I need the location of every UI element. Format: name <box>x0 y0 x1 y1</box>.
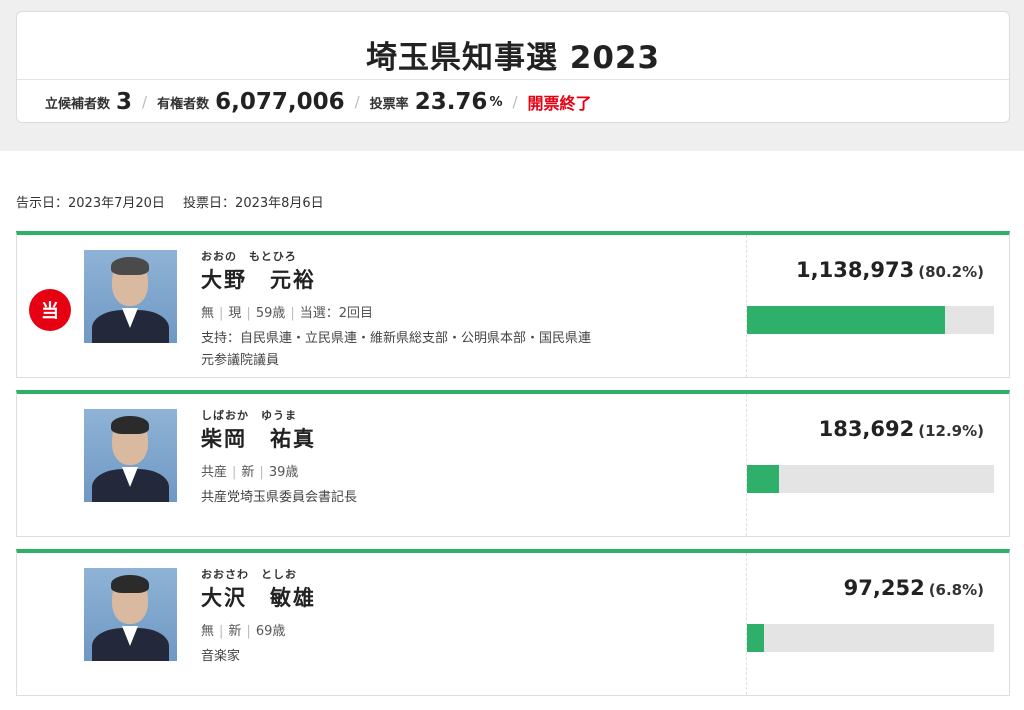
incumbency: 新 <box>241 465 255 480</box>
separator: / <box>354 93 360 111</box>
vote-date: 投票日：2023年8月6日 <box>183 196 324 211</box>
vote-bar-fill <box>747 624 764 652</box>
candidate-photo <box>84 409 177 502</box>
status-badge: 開票終了 <box>527 94 592 113</box>
candidate-name: 大沢 敏雄 <box>201 586 316 610</box>
elected-count: 当選：2回目 <box>299 306 374 321</box>
candidate-card[interactable]: 当 おおの もとひろ 大野 元裕 無 | 現 | 59歳 | 当選：2回目 支持：自民県連・… <box>16 231 1010 378</box>
candidate-meta: 無 | 現 | 59歳 | 当選：2回目 <box>201 306 374 321</box>
turnout-label: 投票率 <box>369 96 409 112</box>
career-text: 元参議院議員 <box>201 353 280 368</box>
election-header: 埼玉県知事選 2023 立候補者数 3 / 有権者数 6,077,006 / 投… <box>16 11 1010 123</box>
candidates-count: 3 <box>116 89 133 115</box>
candidate-name: 柴岡 祐真 <box>201 427 316 451</box>
vote-number: 97,252 <box>843 576 925 600</box>
vote-count: 1,138,973 (80.2%) <box>796 258 984 282</box>
candidate-photo <box>84 250 177 343</box>
winner-badge: 当 <box>29 289 71 331</box>
incumbency: 新 <box>228 624 242 639</box>
dates-line: 告示日：2023年7月20日 投票日：2023年8月6日 <box>16 192 324 211</box>
candidates-label: 立候補者数 <box>45 96 111 112</box>
voters-label: 有権者数 <box>157 96 210 112</box>
incumbency: 現 <box>228 306 242 321</box>
vote-number: 1,138,973 <box>796 258 915 282</box>
separator: / <box>142 93 148 111</box>
header-divider <box>17 79 1009 80</box>
career-text: 共産党埼玉県委員会書記長 <box>201 490 358 505</box>
candidate-card[interactable]: おおさわ としお 大沢 敏雄 無 | 新 | 69歳 音楽家 97,252 (6.8%) <box>16 549 1010 696</box>
candidate-name: 大野 元裕 <box>201 268 316 292</box>
age: 59歳 <box>255 306 286 321</box>
vote-bar-fill <box>747 465 779 493</box>
candidate-card[interactable]: しばおか ゆうま 柴岡 祐真 共産 | 新 | 39歳 共産党埼玉県委員会書記長 183… <box>16 390 1010 537</box>
party: 共産 <box>201 465 228 480</box>
candidate-kana: おおさわ としお <box>201 568 297 581</box>
vote-percent: (80.2%) <box>918 263 984 281</box>
candidate-kana: おおの もとひろ <box>201 250 297 263</box>
candidate-photo <box>84 568 177 661</box>
page-title: 埼玉県知事選 2023 <box>365 40 661 76</box>
candidate-meta: 無 | 新 | 69歳 <box>201 624 286 639</box>
party: 無 <box>201 306 215 321</box>
vote-count: 97,252 (6.8%) <box>844 576 984 600</box>
vote-bar-fill <box>747 306 946 334</box>
vote-number: 183,692 <box>818 417 915 441</box>
announce-date: 告示日：2023年7月20日 <box>16 196 165 211</box>
vote-count: 183,692 (12.9%) <box>819 417 984 441</box>
turnout-unit: % <box>489 94 503 110</box>
vote-percent: (6.8%) <box>928 581 984 599</box>
career-text: 音楽家 <box>201 649 241 664</box>
separator: / <box>512 93 518 111</box>
stats-row: 立候補者数 3 / 有権者数 6,077,006 / 投票率 23.76 % /… <box>45 84 592 120</box>
vote-percent: (12.9%) <box>918 422 984 440</box>
voters-count: 6,077,006 <box>215 89 345 115</box>
vote-bar <box>747 624 994 652</box>
turnout-value: 23.76 <box>414 89 488 115</box>
vote-bar <box>747 306 994 334</box>
age: 69歳 <box>255 624 286 639</box>
candidate-kana: しばおか ゆうま <box>201 409 297 422</box>
candidate-meta: 共産 | 新 | 39歳 <box>201 465 299 480</box>
party: 無 <box>201 624 215 639</box>
age: 39歳 <box>268 465 299 480</box>
vote-bar <box>747 465 994 493</box>
support-text: 支持：自民県連・立民県連・維新県総支部・公明県本部・国民県連 <box>201 331 592 346</box>
